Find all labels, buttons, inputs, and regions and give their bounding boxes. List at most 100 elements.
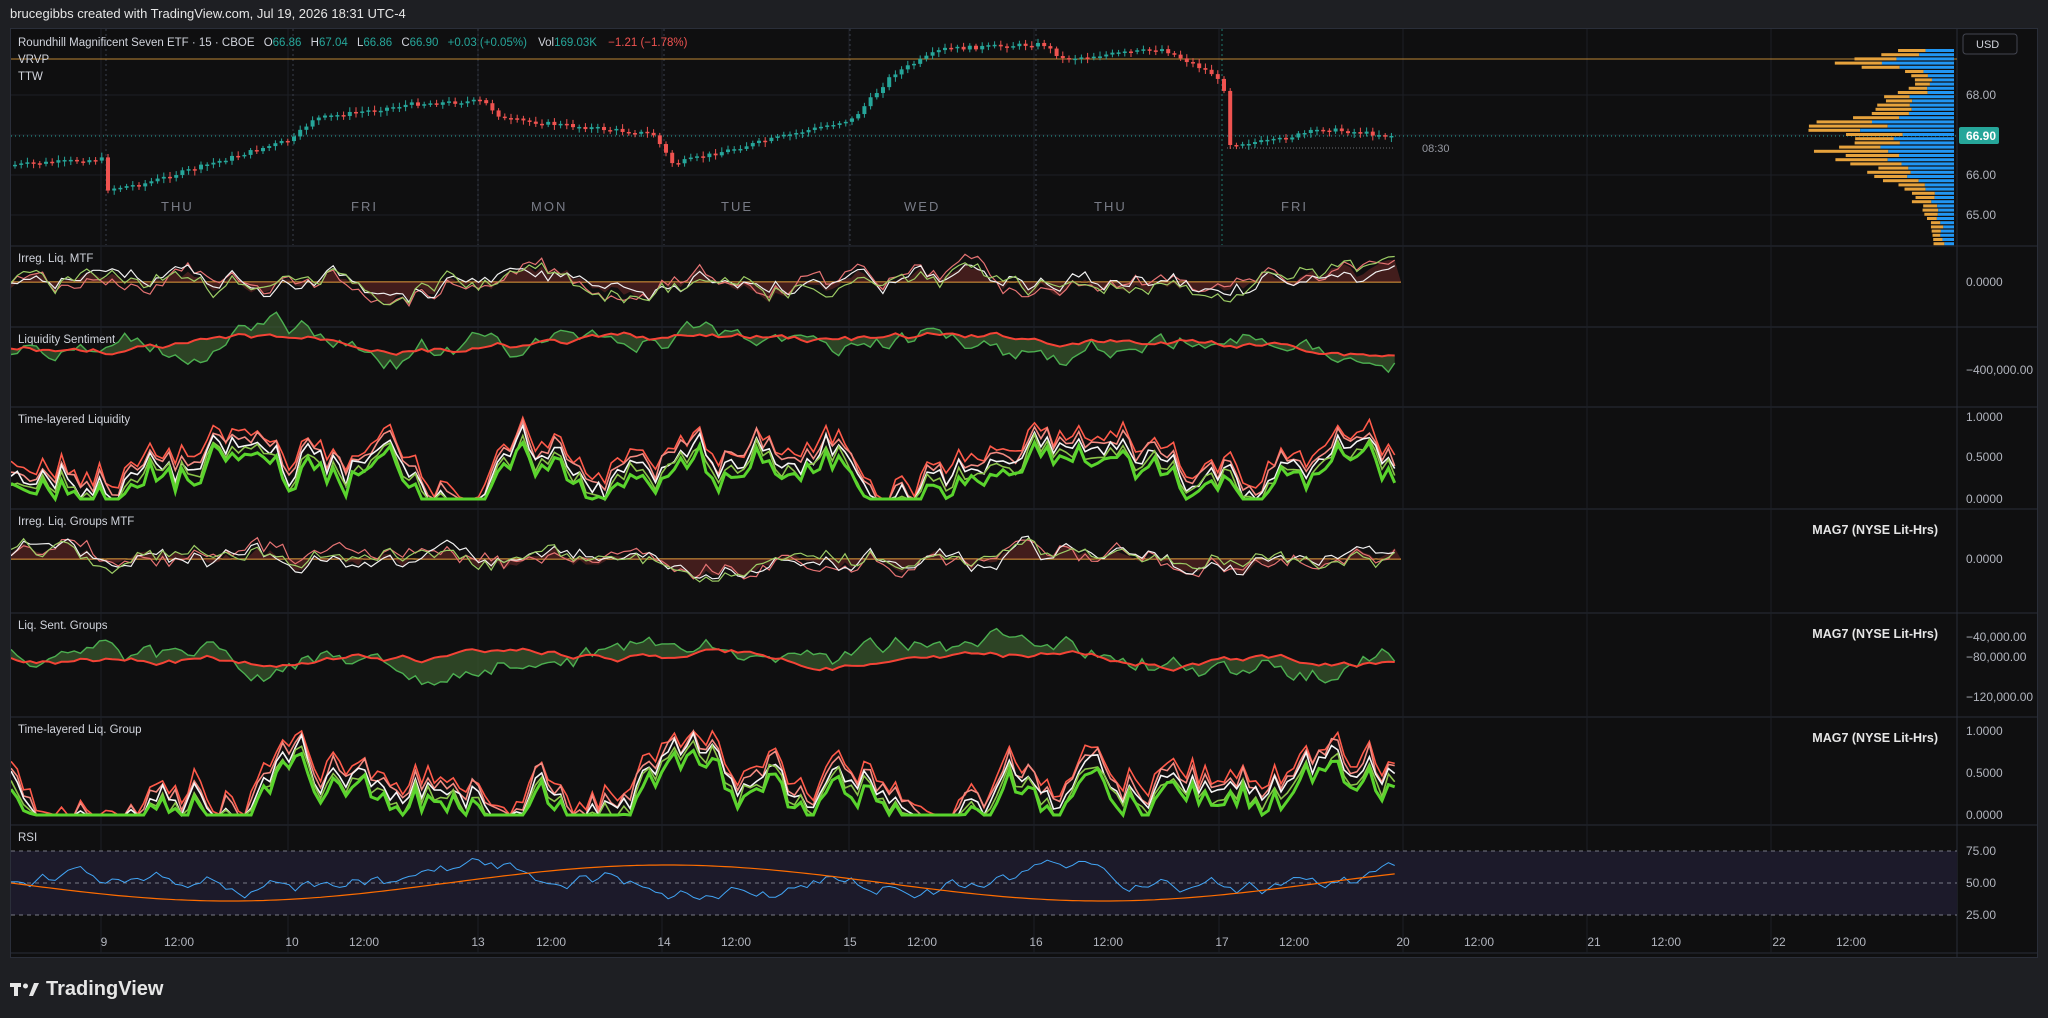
time-tick: 12:00 [1836, 935, 1866, 949]
indicator-pane[interactable]: Liquidity Sentiment −400,000.00 [10, 311, 2033, 377]
vp-bar-down [1933, 238, 1943, 241]
indicator-pane[interactable]: RSI 75.00 50.00 25.00 [10, 832, 1996, 922]
candle-body [199, 164, 203, 170]
vp-bar-down [1924, 212, 1938, 216]
vp-bar-down [1808, 124, 1888, 128]
candle-body [769, 137, 774, 142]
vp-bar-down [1845, 154, 1899, 157]
candle-body [1153, 50, 1158, 52]
candle-body [750, 143, 755, 147]
vp-bar-down [1850, 162, 1902, 166]
chart-canvas[interactable]: 08:30 THU FRI MON TUE WED THU FRI Roundh… [9, 29, 2037, 957]
time-axis[interactable]: 9 12:00 10 12:00 13 12:00 14 12:00 15 12… [101, 935, 1867, 949]
candle-body [1215, 74, 1220, 79]
vp-bar-down [1915, 82, 1930, 86]
vp-bar-up [1927, 91, 1954, 94]
vp-bar-down [1884, 95, 1910, 99]
candle-body [130, 185, 135, 187]
candle-body [1135, 50, 1140, 52]
candle-body [620, 128, 625, 132]
pane-title[interactable]: Irreg. Liq. MTF [18, 253, 93, 265]
candle-body [502, 116, 507, 119]
candle-body [645, 131, 650, 134]
osc-line [10, 255, 1395, 306]
currency-label[interactable]: USD [1976, 39, 1999, 51]
candle-body [1271, 138, 1276, 141]
day-label: THU [161, 199, 194, 214]
candle-body [391, 107, 396, 109]
candle-body [459, 103, 464, 105]
indicator-pane[interactable]: Time-layered Liq. Group MAG7 (NYSE Lit-Hr… [9, 724, 2003, 822]
vp-bar-up [1899, 141, 1954, 145]
candle-body [552, 121, 557, 126]
pane-title[interactable]: Time-layered Liq. Group [18, 724, 142, 736]
candle-body [918, 58, 923, 64]
pane-title[interactable]: RSI [18, 832, 37, 844]
vp-bar-up [1881, 61, 1954, 65]
candle-body [478, 99, 482, 102]
vp-bar-down [1875, 107, 1912, 111]
vp-bar-up [1887, 124, 1954, 128]
candle-body [577, 126, 582, 129]
vp-bar-down [1930, 221, 1941, 225]
candle-body [62, 160, 67, 162]
candle-body [1389, 135, 1394, 138]
indicator-ttw[interactable]: TTW [18, 71, 43, 83]
candle-body [856, 114, 861, 119]
candle-body [149, 181, 154, 184]
price-axis[interactable]: USD 68.00 66.90 66.00 65.00 [1959, 33, 2018, 222]
vp-bar-up [1934, 196, 1954, 199]
candle-body [335, 115, 340, 117]
indicator-pane[interactable]: Irreg. Liq. MTF 0.0000 [10, 253, 2003, 307]
time-tick: 12:00 [349, 935, 379, 949]
candle-body [1079, 57, 1084, 59]
vp-bar-up [1902, 133, 1954, 136]
candles[interactable] [13, 38, 1394, 195]
day-label: MON [531, 199, 567, 214]
pane-title[interactable]: Time-layered Liquidity [18, 414, 130, 426]
candle-body [378, 110, 383, 113]
candle-body [701, 156, 706, 158]
vp-bar-down [1931, 229, 1941, 233]
candle-body [1370, 131, 1375, 136]
indicator-vrvp[interactable]: VRVP [18, 54, 49, 66]
candle-body [1209, 69, 1214, 75]
candle-body [732, 149, 737, 151]
candle-body [527, 120, 532, 122]
vp-bar-down [1882, 179, 1919, 183]
pane-tick: −400,000.00 [1966, 363, 2033, 377]
vp-bar-down [1898, 183, 1925, 187]
vp-bar-down [1911, 74, 1928, 78]
candle-body [651, 132, 656, 136]
candle-body [13, 164, 17, 167]
pane-title[interactable]: Irreg. Liq. Groups MTF [18, 516, 134, 528]
vp-bar-down [1908, 86, 1928, 90]
chart-frame[interactable]: 08:30 THU FRI MON TUE WED THU FRI Roundh… [9, 28, 2038, 958]
vp-bar-up [1937, 212, 1954, 216]
day-label: FRI [351, 199, 378, 214]
candle-body [1383, 135, 1388, 137]
candle-body [1246, 143, 1251, 146]
footer-brand[interactable]: TradingView [10, 974, 163, 1004]
pane-title[interactable]: Liq. Sent. Groups [18, 620, 108, 632]
indicator-pane[interactable]: Irreg. Liq. Groups MTF MAG7 (NYSE Lit-Hrs… [10, 516, 2003, 583]
candle-body [1315, 129, 1319, 132]
vp-bar-up [1943, 225, 1954, 229]
vp-bar-up [1931, 200, 1954, 204]
candle-body [639, 131, 644, 134]
vp-bar-down [1922, 208, 1939, 212]
vp-bar-down [1915, 196, 1935, 199]
vp-bar-up [1927, 86, 1954, 90]
pane-tick: 25.00 [1966, 908, 1996, 922]
pane-title[interactable]: Liquidity Sentiment [18, 334, 116, 346]
vp-bar-down [1926, 217, 1937, 220]
candle-body [354, 111, 358, 114]
candle-body [428, 103, 433, 105]
indicator-pane[interactable]: Liq. Sent. Groups MAG7 (NYSE Lit-Hrs) −40,… [10, 620, 2033, 704]
pane-tick: 1.0000 [1966, 410, 2003, 424]
candle-body [230, 155, 234, 161]
vp-bar-down [1904, 187, 1926, 191]
candle-body [1091, 56, 1096, 59]
indicator-pane[interactable]: Time-layered Liquidity 1.0000 0.5000 0.0000 [10, 410, 2003, 506]
vp-bar-down [1878, 166, 1909, 170]
